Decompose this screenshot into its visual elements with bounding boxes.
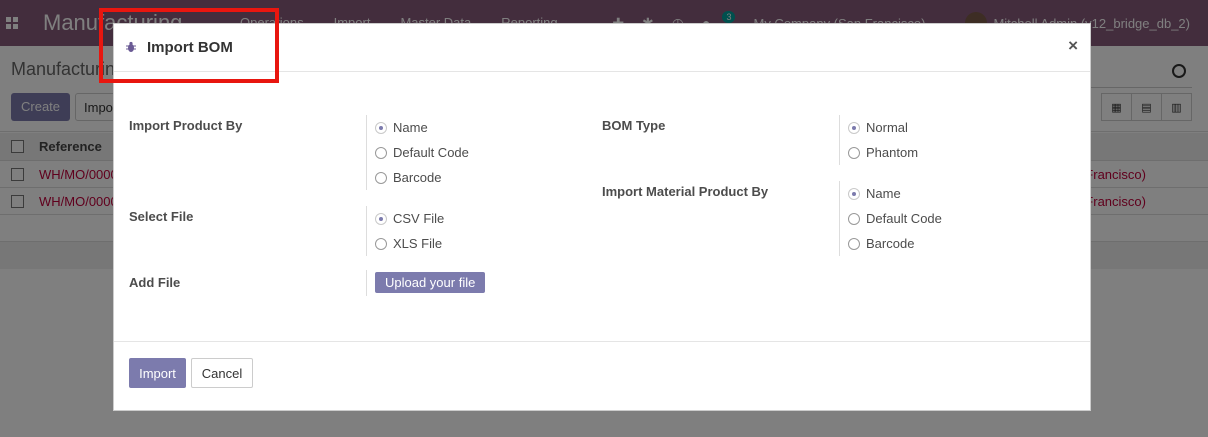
radio-product-default-code[interactable]: Default Code [375,140,469,165]
radio-xls-file[interactable]: XLS File [375,231,444,256]
radio-bom-phantom[interactable]: Phantom [848,140,918,165]
radio-button[interactable] [375,212,387,225]
radio-material-barcode[interactable]: Barcode [848,231,942,256]
radio-product-barcode[interactable]: Barcode [375,165,469,190]
close-icon[interactable]: × [1068,36,1078,56]
radio-button[interactable] [848,146,860,159]
radio-button[interactable] [375,146,387,159]
radio-bom-normal[interactable]: Normal [848,115,918,140]
select-file-label: Select File [129,209,194,224]
import-product-by-options: Name Default Code Barcode [366,115,469,190]
radio-material-name[interactable]: Name [848,181,942,206]
radio-button[interactable] [848,237,860,250]
radio-button[interactable] [375,121,387,134]
radio-csv-file[interactable]: CSV File [375,206,444,231]
radio-button[interactable] [848,212,860,225]
radio-button[interactable] [375,171,387,184]
radio-button[interactable] [848,187,860,200]
select-file-options: CSV File XLS File [366,206,444,256]
bom-type-options: Normal Phantom [839,115,918,165]
dialog-body: Import Product By Name Default Code Barc… [114,72,1090,342]
radio-button[interactable] [848,121,860,134]
add-file-label: Add File [129,275,181,290]
import-submit-button[interactable]: Import [129,358,186,388]
import-material-product-by-options: Name Default Code Barcode [839,181,942,256]
title-highlight-box [99,8,279,83]
upload-file-button[interactable]: Upload your file [375,272,486,293]
import-material-product-by-label: Import Material Product By [602,184,769,199]
import-product-by-label: Import Product By [129,118,243,133]
dialog-footer: Import Cancel [114,342,1090,410]
bom-type-label: BOM Type [602,118,666,133]
cancel-button[interactable]: Cancel [191,358,253,388]
add-file-field: Upload your file [366,270,486,296]
radio-product-name[interactable]: Name [375,115,469,140]
radio-material-default-code[interactable]: Default Code [848,206,942,231]
radio-button[interactable] [375,237,387,250]
